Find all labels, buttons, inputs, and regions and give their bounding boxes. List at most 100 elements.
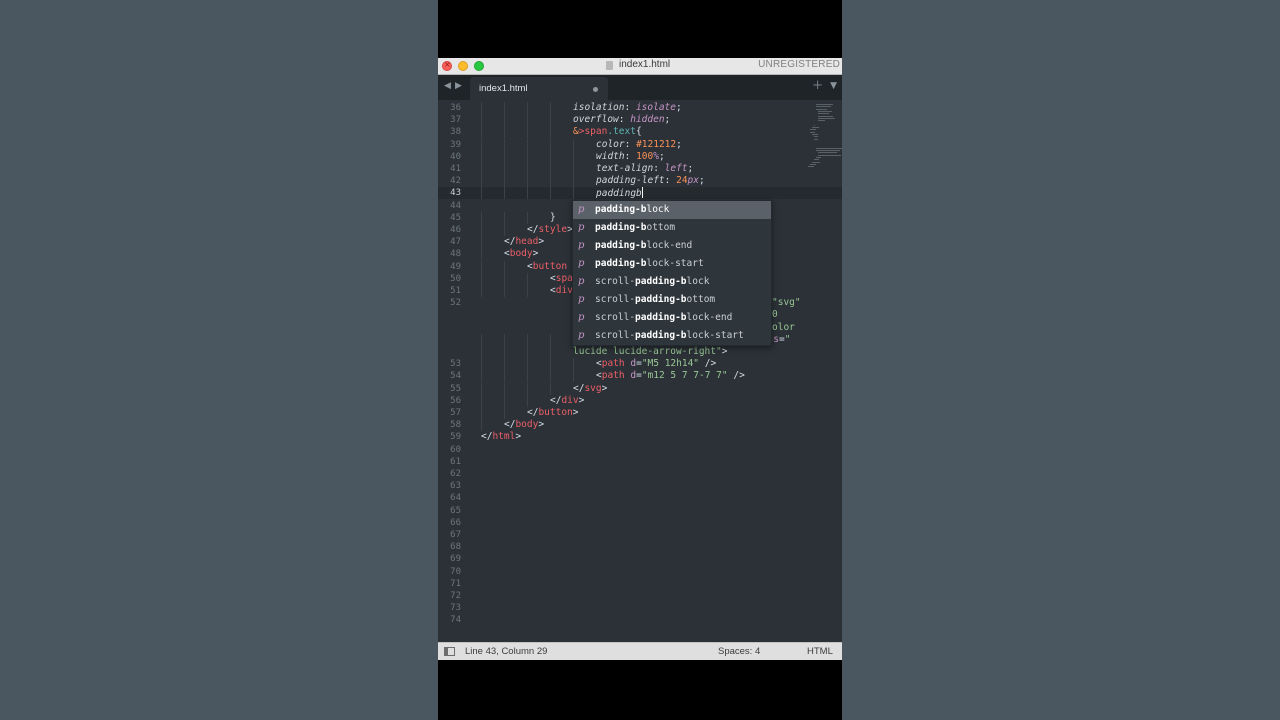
close-window-button[interactable]: × [442,60,452,71]
autocomplete-item[interactable]: p scroll-padding-block-end [573,309,771,327]
line-number: 41 [450,164,461,174]
code-line[interactable]: 43 paddingb [438,187,842,200]
property-kind-icon: p [578,294,585,305]
completion-suffix: lock [686,276,710,287]
code-line[interactable]: 55 </svg> [438,382,842,395]
minimap-line [816,150,841,151]
code-line[interactable]: 59 </html> [438,431,842,443]
autocomplete-item[interactable]: p padding-bottom [573,219,771,237]
indent-guide [481,102,482,114]
autocomplete-item[interactable]: p scroll-padding-bottom [573,291,771,309]
line-number: 73 [450,603,461,614]
editor-window: × index1.html UNREGISTERED ◀ ▶ index1.ht… [438,58,842,660]
tab-next-arrow-icon[interactable]: ▶ [455,81,462,91]
property-kind-icon: p [578,204,585,215]
code-token: </ [527,407,539,418]
code-line[interactable]: 73 [438,602,842,614]
cursor-position[interactable]: Line 43, Column 29 [465,646,547,657]
code-line[interactable]: 67 [438,529,842,541]
indent-guide [527,126,528,139]
line-number: 53 [450,359,461,370]
code-token: padding-left [596,175,665,187]
tab-index1-html[interactable]: index1.html [470,77,608,100]
code-line[interactable]: 54 <path d="m12 5 7 7-7 7" /> [438,370,842,383]
code-line[interactable]: 70 [438,566,842,578]
code-line[interactable]: 66 [438,517,842,529]
property-kind-icon: p [578,240,585,251]
code-line[interactable]: 74 [438,614,842,626]
indent-guide [527,102,528,114]
autocomplete-item[interactable]: p scroll-padding-block-start [573,327,771,345]
indent-guide [504,175,505,188]
code-token: html [492,431,516,443]
code-line[interactable]: 69 [438,553,842,565]
code-fragment: 0 [772,309,778,321]
code-line[interactable]: 63 [438,480,842,492]
code-line[interactable]: 36 isolation: isolate; [438,102,842,114]
code-line[interactable]: 41 text-align: left; [438,163,842,175]
indent-guide [504,224,505,236]
indent-guide [504,150,505,163]
autocomplete-item[interactable]: p scroll-padding-block [573,273,771,291]
code-line[interactable]: 58 </body> [438,419,842,432]
autocomplete-label: scroll-padding-block [595,273,709,291]
new-tab-plus-icon[interactable]: + [812,78,823,93]
code-token: 24 [676,175,688,187]
tab-menu-chevron-icon[interactable]: ▼ [830,81,837,91]
code-token: spa [555,272,573,284]
code-line[interactable]: 42 padding-left: 24px; [438,175,842,188]
code-line[interactable]: 53 <path d="M5 12h14" /> [438,358,842,371]
code-line[interactable]: 64 [438,492,842,504]
code-token: div [555,285,573,296]
code-line[interactable]: 60 [438,444,842,456]
code-editor[interactable]: 36 isolation: isolate; 37 overflow: hidden;… [438,100,842,642]
indentation-setting[interactable]: Spaces: 4 [718,646,760,657]
indent-guide [481,333,482,346]
syntax-mode[interactable]: HTML [807,646,833,657]
indent-guide [481,272,482,285]
autocomplete-item[interactable]: p padding-block-end [573,237,771,255]
minimap-line [816,106,832,108]
code-line[interactable]: 68 [438,541,842,553]
tab-label: index1.html [479,83,528,94]
code-line[interactable]: 37 overflow: hidden; [438,114,842,127]
unsaved-dot-icon[interactable] [593,87,598,92]
indent-guide [481,211,482,224]
code-line[interactable]: 38 &>span.text{ [438,126,842,139]
code-token: left [664,163,688,174]
code-token: ; [664,114,671,126]
code-line[interactable]: lucide lucide-arrow-right"> [438,346,842,358]
minimap-line [818,110,832,112]
code-line[interactable]: 62 [438,468,842,480]
indent-guide [504,382,505,395]
indent-guide [504,126,505,139]
autocomplete-item[interactable]: p padding-block-start [573,255,771,273]
completion-suffix: lock-start [646,258,704,269]
minimap[interactable] [804,100,842,220]
panel-toggle-icon[interactable] [444,647,455,656]
indent-guide [550,175,551,188]
code-line[interactable]: 65 [438,505,842,517]
title-bar: × index1.html UNREGISTERED [438,58,842,75]
indent-guide [481,224,482,236]
code-line[interactable]: 56 </div> [438,394,842,407]
code-text: <button [527,261,567,273]
code-line[interactable]: 71 [438,578,842,590]
code-token: "M5 12h14" [641,358,700,370]
indent-guide [481,370,482,383]
code-line[interactable]: 39 color: #121212; [438,138,842,151]
code-line[interactable]: 72 [438,590,842,602]
indent-guide [481,346,482,358]
autocomplete-item[interactable]: p padding-block [573,201,771,219]
line-number: 52 [450,298,461,309]
tab-prev-arrow-icon[interactable]: ◀ [444,81,451,91]
indent-guide [504,211,505,224]
code-line[interactable]: 57 </button> [438,407,842,419]
code-line[interactable]: 40 width: 100%; [438,150,842,163]
code-line[interactable]: 61 [438,456,842,468]
indent-guide [504,102,505,114]
indent-guide [550,150,551,163]
minimize-window-button[interactable] [458,61,468,71]
autocomplete-label: padding-block-start [595,255,704,273]
maximize-window-button[interactable] [474,61,484,71]
